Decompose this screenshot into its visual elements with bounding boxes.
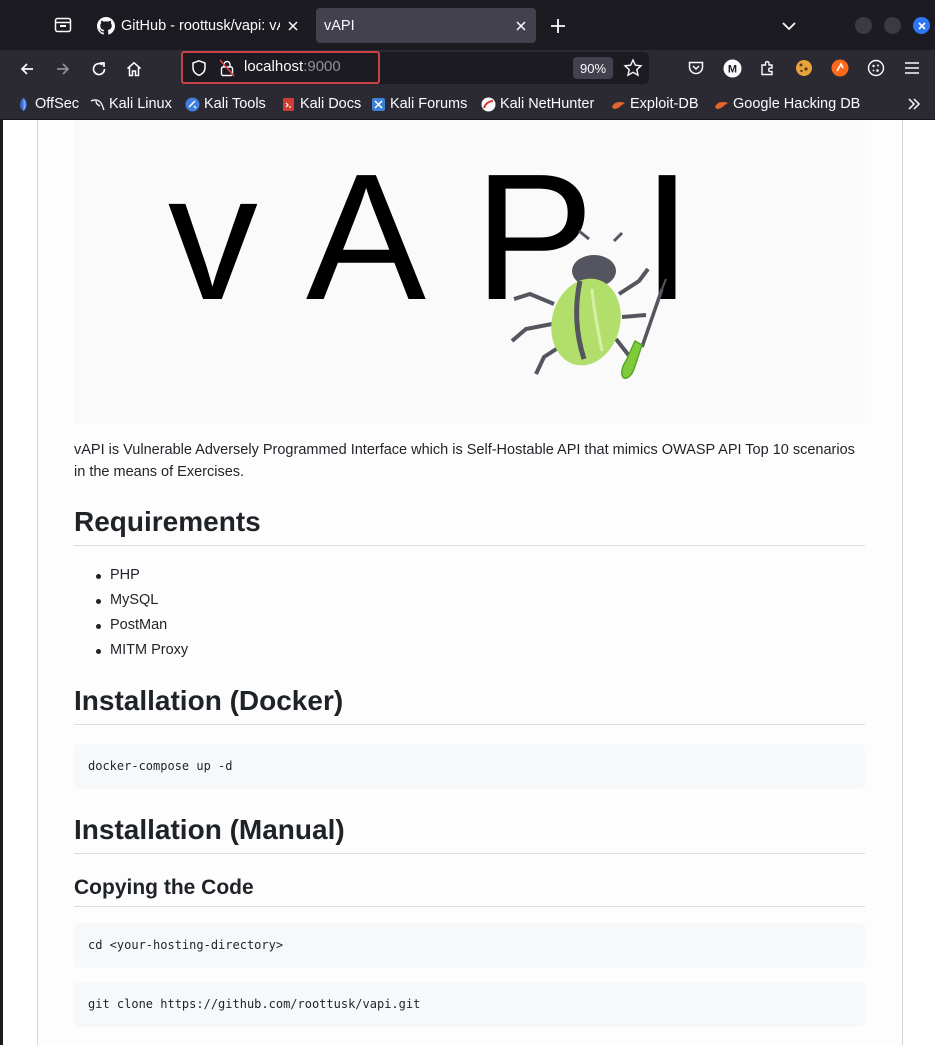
reload-icon bbox=[92, 62, 106, 76]
bookmark-label: Kali Docs bbox=[300, 96, 362, 112]
cookie-outline-icon bbox=[867, 59, 885, 77]
kali-docs-icon bbox=[283, 97, 294, 111]
readme-article: vAPI vAPI is Vulnerable Adversely Progra… bbox=[37, 120, 903, 1045]
url-text[interactable]: localhost:9000 bbox=[244, 58, 341, 75]
heading-copying-code: Copying the Code bbox=[74, 875, 865, 907]
account-avatar-icon: M bbox=[723, 59, 741, 77]
puzzle-icon bbox=[761, 60, 773, 76]
close-tab-icon[interactable] bbox=[286, 19, 300, 33]
list-item: MySQL bbox=[96, 588, 188, 613]
window-close-button[interactable] bbox=[913, 17, 930, 34]
new-tab-plus-icon[interactable] bbox=[546, 14, 570, 38]
kali-dragon-icon bbox=[90, 98, 105, 110]
app-menu-button[interactable] bbox=[902, 58, 922, 78]
bookmark-kali-tools[interactable]: Kali Tools bbox=[185, 94, 266, 114]
list-item: PHP bbox=[96, 563, 188, 588]
bookmark-exploit-db[interactable]: Exploit-DB bbox=[611, 94, 699, 114]
heading-installation-manual: Installation (Manual) bbox=[74, 813, 865, 854]
code-block-cd[interactable]: cd <your-hosting-directory> bbox=[74, 923, 865, 968]
svg-text:M: M bbox=[727, 63, 736, 75]
bookmark-star-icon[interactable] bbox=[623, 58, 643, 78]
forward-button[interactable] bbox=[51, 57, 75, 81]
vapi-logo-graphic: vAPI bbox=[168, 137, 692, 380]
cookie-extension-icon bbox=[796, 60, 812, 76]
list-item: MITM Proxy bbox=[96, 638, 188, 663]
vapi-logo: vAPI bbox=[74, 120, 865, 423]
tab-title: GitHub - roottusk/vapi: vAPI bbox=[121, 17, 280, 34]
bookmark-label: Kali Tools bbox=[204, 96, 266, 112]
code-block-docker[interactable]: docker-compose up -d bbox=[74, 744, 865, 789]
pocket-icon bbox=[688, 61, 704, 75]
bookmark-offsec[interactable]: OffSec bbox=[16, 94, 79, 114]
bookmark-label: Kali NetHunter bbox=[500, 96, 595, 112]
heading-installation-docker: Installation (Docker) bbox=[74, 684, 865, 725]
tracking-shield-icon[interactable] bbox=[190, 59, 208, 77]
orange-extension-icon bbox=[831, 59, 849, 77]
ghdb-icon bbox=[715, 101, 728, 109]
bookmark-kali-forums[interactable]: Kali Forums bbox=[371, 94, 467, 114]
extension-cookie-editor-button[interactable] bbox=[866, 58, 886, 78]
close-icon bbox=[917, 21, 926, 30]
heading-requirements: Requirements bbox=[74, 505, 865, 546]
insecure-lock-icon[interactable] bbox=[219, 59, 235, 77]
tab-title: vAPI bbox=[324, 17, 355, 34]
extension-orange-button[interactable] bbox=[830, 58, 850, 78]
maximize-button[interactable] bbox=[884, 17, 901, 34]
bookmark-label: Kali Forums bbox=[390, 96, 468, 112]
arrow-right-icon bbox=[57, 63, 70, 75]
firefox-view-icon bbox=[54, 17, 72, 33]
nethunter-icon bbox=[481, 97, 496, 111]
tab-github-vapi[interactable]: GitHub - roottusk/vapi: vAPI bbox=[89, 8, 308, 43]
kali-tools-icon bbox=[185, 97, 200, 111]
bookmark-label: Exploit-DB bbox=[630, 96, 699, 112]
kali-forums-icon bbox=[372, 97, 385, 111]
navigation-toolbar: localhost:9000 90% M bbox=[0, 50, 935, 88]
intro-paragraph: vAPI is Vulnerable Adversely Programmed … bbox=[74, 442, 855, 480]
window-edge bbox=[0, 120, 3, 1045]
url-port: :9000 bbox=[303, 58, 341, 75]
back-button[interactable] bbox=[15, 57, 39, 81]
extension-cookie-button[interactable] bbox=[794, 58, 814, 78]
bookmark-google-hacking-db[interactable]: Google Hacking DB bbox=[714, 94, 860, 114]
bookmark-label: Google Hacking DB bbox=[733, 96, 861, 112]
bookmark-kali-linux[interactable]: Kali Linux bbox=[90, 94, 172, 114]
bookmark-label: Kali Linux bbox=[109, 96, 172, 112]
home-icon bbox=[127, 61, 141, 77]
account-button[interactable]: M bbox=[722, 58, 742, 78]
extensions-button[interactable] bbox=[758, 58, 778, 78]
tab-vapi[interactable]: vAPI bbox=[316, 8, 536, 43]
chevron-double-right-icon[interactable] bbox=[905, 95, 923, 113]
requirements-list: PHP MySQL PostMan MITM Proxy bbox=[96, 563, 188, 663]
tab-bar: GitHub - roottusk/vapi: vAPI vAPI bbox=[0, 0, 935, 50]
bookmark-kali-docs[interactable]: Kali Docs bbox=[281, 94, 361, 114]
bookmarks-toolbar: OffSec Kali Linux Kali Tools Kali Docs K… bbox=[0, 88, 935, 120]
reload-button[interactable] bbox=[87, 57, 111, 81]
bookmark-label: OffSec bbox=[35, 96, 80, 112]
zoom-level-button[interactable]: 90% bbox=[573, 57, 613, 79]
exploit-db-icon bbox=[612, 101, 625, 109]
arrow-left-icon bbox=[20, 63, 33, 75]
close-tab-icon[interactable] bbox=[514, 19, 528, 33]
hamburger-menu-icon bbox=[905, 62, 919, 74]
list-item: PostMan bbox=[96, 613, 188, 638]
page-viewport: vAPI vAPI is Vulnerable Adversely Progra… bbox=[0, 120, 935, 1045]
minimize-button[interactable] bbox=[855, 17, 872, 34]
url-host: localhost bbox=[244, 58, 304, 75]
chevron-down-icon[interactable] bbox=[777, 14, 801, 38]
offsec-icon bbox=[20, 97, 27, 111]
github-icon bbox=[97, 16, 115, 35]
home-button[interactable] bbox=[122, 57, 146, 81]
code-block-git-clone[interactable]: git clone https://github.com/roottusk/va… bbox=[74, 982, 865, 1027]
firefox-view-button[interactable] bbox=[50, 12, 76, 38]
bookmark-kali-nethunter[interactable]: Kali NetHunter bbox=[481, 94, 594, 114]
pocket-button[interactable] bbox=[686, 58, 706, 78]
